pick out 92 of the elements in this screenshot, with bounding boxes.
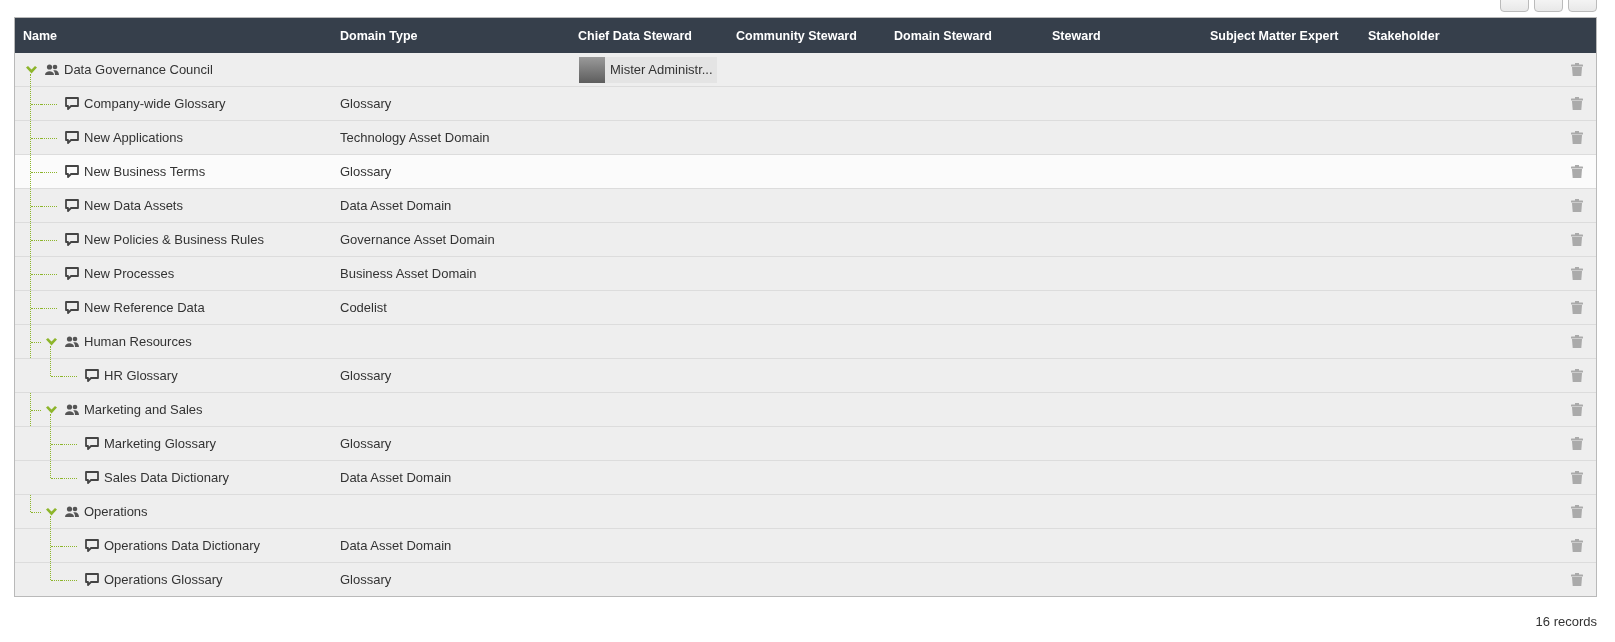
trash-icon[interactable]: [1571, 267, 1583, 280]
people-icon: [65, 506, 79, 517]
table-row[interactable]: Sales Data Dictionary Data Asset Domain: [15, 461, 1596, 495]
trash-icon[interactable]: [1571, 301, 1583, 314]
domain-name[interactable]: HR Glossary: [104, 368, 178, 383]
domain-name[interactable]: Marketing Glossary: [104, 436, 216, 451]
people-icon: [65, 404, 79, 415]
speech-bubble-icon: [65, 97, 79, 110]
community-name[interactable]: Marketing and Sales: [84, 402, 203, 417]
domain-type: Codelist: [340, 300, 387, 315]
community-name[interactable]: Data Governance Council: [64, 62, 213, 77]
chevron-down-icon[interactable]: [45, 507, 57, 516]
domain-name[interactable]: Sales Data Dictionary: [104, 470, 229, 485]
trash-icon[interactable]: [1571, 369, 1583, 382]
trash-icon[interactable]: [1571, 63, 1583, 76]
table-row[interactable]: Operations Data Dictionary Data Asset Domain: [15, 529, 1596, 563]
trash-icon[interactable]: [1571, 233, 1583, 246]
record-count: 16 records: [1535, 614, 1597, 629]
column-header[interactable]: Chief Data Steward: [570, 28, 728, 43]
column-header[interactable]: Community Steward: [728, 28, 886, 43]
domain-type: Technology Asset Domain: [340, 130, 490, 145]
domain-type: Glossary: [340, 368, 392, 383]
trash-icon[interactable]: [1571, 97, 1583, 110]
domain-name[interactable]: New Reference Data: [84, 300, 205, 315]
trash-icon[interactable]: [1571, 403, 1583, 416]
trash-icon[interactable]: [1571, 131, 1583, 144]
domain-name[interactable]: Operations Data Dictionary: [104, 538, 261, 553]
table-row[interactable]: New Policies & Business Rules Governance Asset Domain: [15, 223, 1596, 257]
column-header[interactable]: Domain Type: [332, 28, 570, 43]
speech-bubble-icon: [65, 233, 79, 246]
chevron-down-icon[interactable]: [25, 65, 37, 74]
table-row[interactable]: HR Glossary Glossary: [15, 359, 1596, 393]
user-name: Mister Administr...: [610, 62, 713, 77]
table-row[interactable]: Operations: [15, 495, 1596, 529]
people-icon: [65, 336, 79, 347]
domain-type: Data Asset Domain: [340, 198, 452, 213]
community-name[interactable]: Human Resources: [84, 334, 192, 349]
speech-bubble-icon: [65, 301, 79, 314]
column-header[interactable]: Subject Matter Expert: [1202, 28, 1360, 43]
domain-type: Glossary: [340, 96, 392, 111]
trash-icon[interactable]: [1571, 539, 1583, 552]
domain-name[interactable]: Operations Glossary: [104, 572, 223, 587]
column-header[interactable]: Stakeholder: [1360, 28, 1536, 43]
table-row[interactable]: Data Governance Council Mister Administr...: [15, 53, 1596, 87]
table-row[interactable]: New Processes Business Asset Domain: [15, 257, 1596, 291]
table-row[interactable]: Company-wide Glossary Glossary: [15, 87, 1596, 121]
chevron-down-icon[interactable]: [45, 337, 57, 346]
domain-type: Glossary: [340, 164, 392, 179]
domain-type: Governance Asset Domain: [340, 232, 495, 247]
speech-bubble-icon: [65, 165, 79, 178]
user-chip[interactable]: Mister Administr...: [579, 56, 717, 83]
speech-bubble-icon: [65, 131, 79, 144]
domain-name[interactable]: New Policies & Business Rules: [84, 232, 264, 247]
speech-bubble-icon: [85, 539, 99, 552]
avatar-placeholder: [579, 56, 605, 83]
domain-type: Business Asset Domain: [340, 266, 477, 281]
domain-type: Data Asset Domain: [340, 470, 452, 485]
trash-icon[interactable]: [1571, 505, 1583, 518]
domain-name[interactable]: New Data Assets: [84, 198, 183, 213]
column-header[interactable]: Domain Steward: [886, 28, 1044, 43]
trash-icon[interactable]: [1571, 335, 1583, 348]
speech-bubble-icon: [85, 437, 99, 450]
domain-type: Glossary: [340, 572, 392, 587]
trash-icon[interactable]: [1571, 437, 1583, 450]
table-row[interactable]: Human Resources: [15, 325, 1596, 359]
trash-icon[interactable]: [1571, 573, 1583, 586]
column-header[interactable]: Steward: [1044, 28, 1202, 43]
speech-bubble-icon: [65, 199, 79, 212]
table-row[interactable]: New Reference Data Codelist: [15, 291, 1596, 325]
speech-bubble-icon: [85, 573, 99, 586]
chevron-down-icon[interactable]: [45, 405, 57, 414]
domain-name[interactable]: New Business Terms: [84, 164, 206, 179]
column-header[interactable]: Name: [15, 28, 332, 43]
domain-type: Glossary: [340, 436, 392, 451]
table-row[interactable]: New Data Assets Data Asset Domain: [15, 189, 1596, 223]
speech-bubble-icon: [85, 471, 99, 484]
table-row[interactable]: Operations Glossary Glossary: [15, 563, 1596, 596]
domain-type: Data Asset Domain: [340, 538, 452, 553]
speech-bubble-icon: [85, 369, 99, 382]
domain-name[interactable]: New Applications: [84, 130, 183, 145]
trash-icon[interactable]: [1571, 471, 1583, 484]
community-name[interactable]: Operations: [84, 504, 148, 519]
table-row[interactable]: Marketing and Sales: [15, 393, 1596, 427]
table-row[interactable]: New Applications Technology Asset Domain: [15, 121, 1596, 155]
domain-name[interactable]: New Processes: [84, 266, 175, 281]
trash-icon[interactable]: [1571, 165, 1583, 178]
people-icon: [45, 64, 59, 75]
table-row[interactable]: New Business Terms Glossary: [15, 155, 1596, 189]
speech-bubble-icon: [65, 267, 79, 280]
trash-icon[interactable]: [1571, 199, 1583, 212]
table-row[interactable]: Marketing Glossary Glossary: [15, 427, 1596, 461]
domain-name[interactable]: Company-wide Glossary: [84, 96, 226, 111]
